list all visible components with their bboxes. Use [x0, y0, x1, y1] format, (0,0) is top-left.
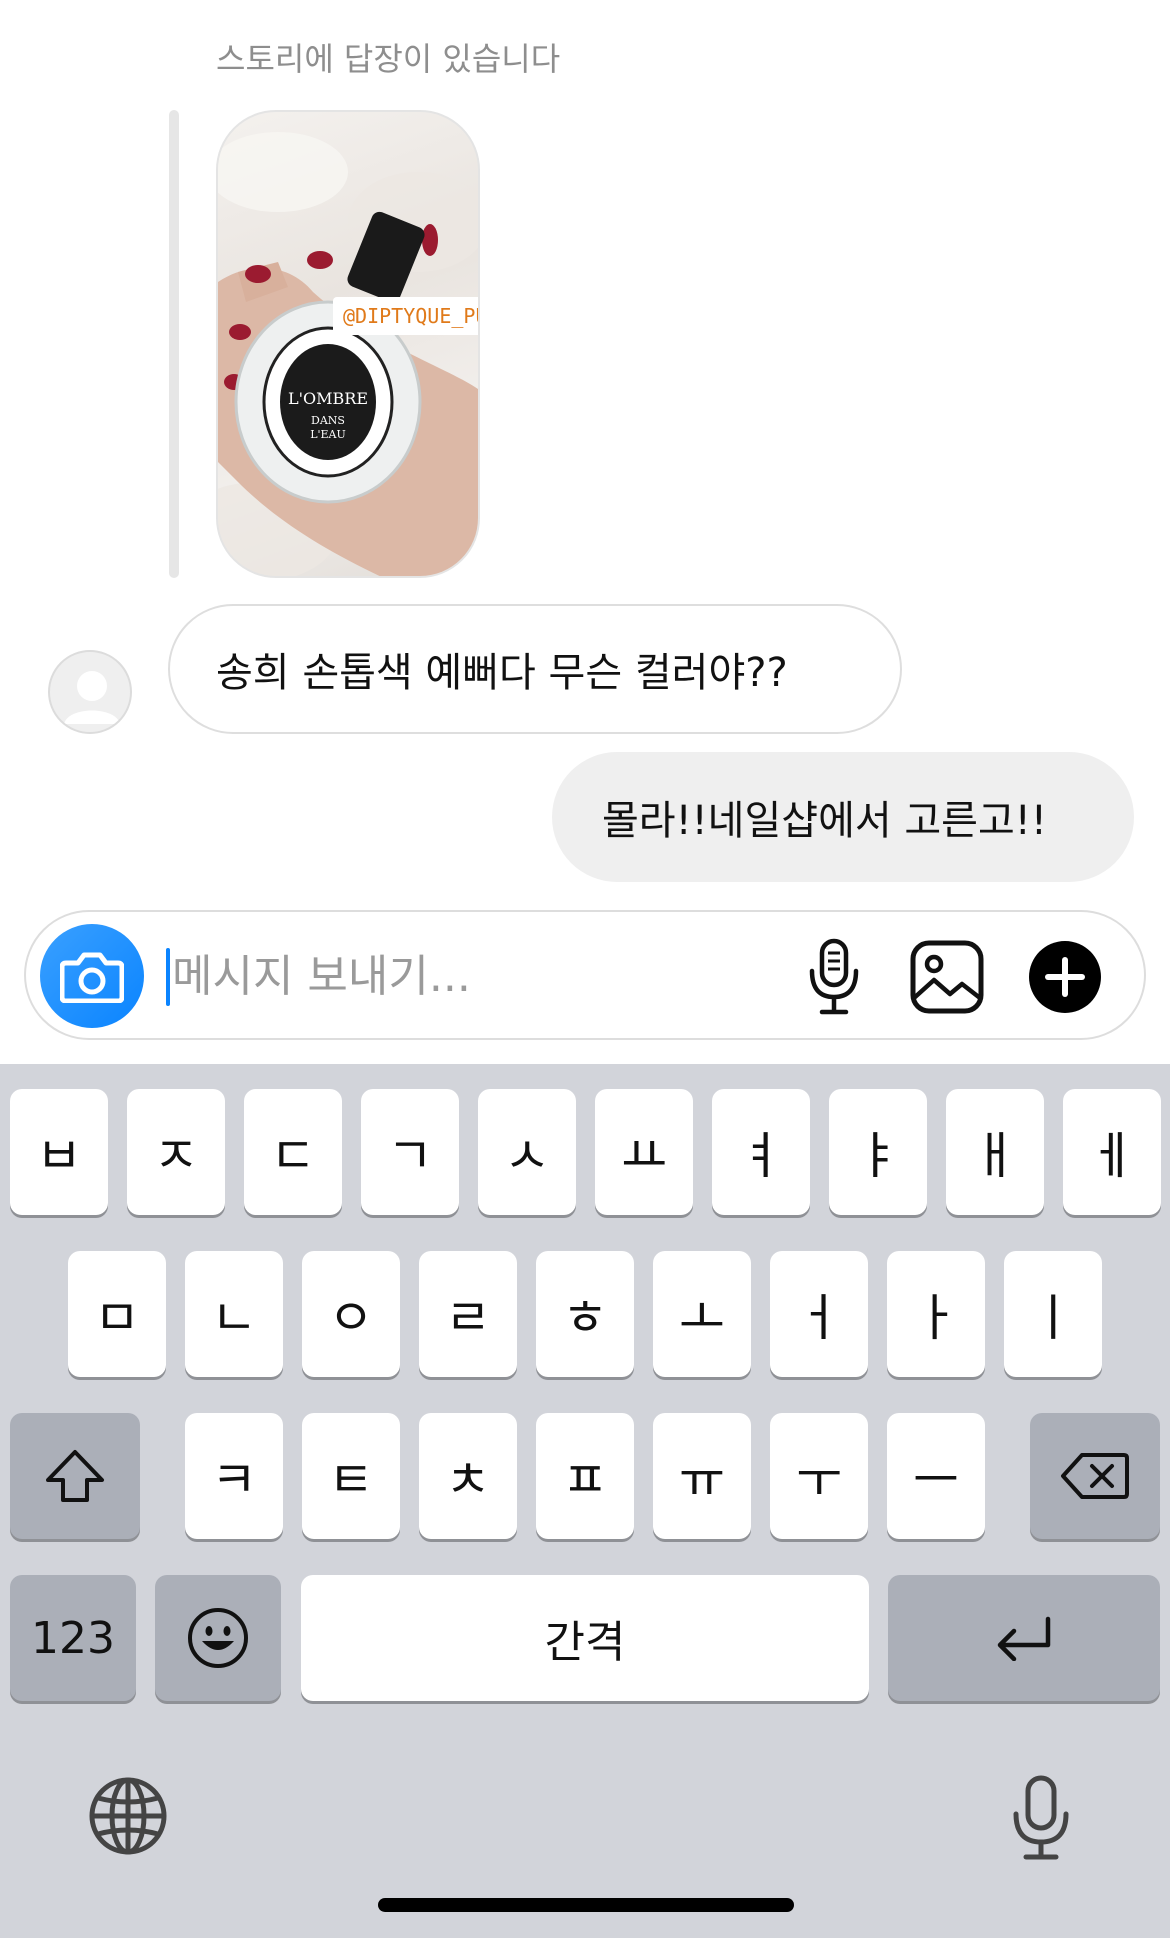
- key-row1-1[interactable]: ㅂ: [10, 1089, 108, 1215]
- key-row2-7[interactable]: ㅓ: [770, 1251, 868, 1377]
- svg-text:L'OMBRE: L'OMBRE: [288, 389, 368, 408]
- key-row2-2[interactable]: ㄴ: [185, 1251, 283, 1377]
- globe-icon: [89, 1777, 167, 1855]
- emoji-face-icon: [188, 1608, 248, 1668]
- key-row3-6[interactable]: ㅜ: [770, 1413, 868, 1539]
- key-row1-3[interactable]: ㄷ: [244, 1089, 342, 1215]
- key-row2-9[interactable]: ㅣ: [1004, 1251, 1102, 1377]
- key-row1-10[interactable]: ㅔ: [1063, 1089, 1161, 1215]
- sender-avatar[interactable]: [48, 650, 132, 734]
- return-arrow-icon: [997, 1616, 1051, 1661]
- more-options-button[interactable]: [1024, 936, 1106, 1018]
- key-row1-4[interactable]: ㄱ: [361, 1089, 459, 1215]
- story-thumbnail[interactable]: L'OMBRE DANS L'EAU @DIPTYQUE_PUF: [216, 110, 480, 578]
- key-row3-1[interactable]: ㅋ: [185, 1413, 283, 1539]
- shift-key[interactable]: [10, 1413, 140, 1539]
- voice-message-button[interactable]: [796, 934, 872, 1020]
- gallery-button[interactable]: [906, 936, 988, 1018]
- key-row3-3[interactable]: ㅊ: [419, 1413, 517, 1539]
- camera-button[interactable]: [40, 924, 144, 1028]
- key-row3-2[interactable]: ㅌ: [302, 1413, 400, 1539]
- globe-key[interactable]: [86, 1774, 170, 1858]
- space-key[interactable]: 간격: [301, 1575, 869, 1701]
- dictation-mic-icon: [1013, 1775, 1069, 1860]
- reply-quote-line: [169, 110, 179, 578]
- key-row2-8[interactable]: ㅏ: [887, 1251, 985, 1377]
- text-caret: [166, 948, 170, 1006]
- camera-icon: [60, 952, 124, 1003]
- microphone-icon: [809, 938, 859, 1015]
- home-indicator: [378, 1898, 794, 1912]
- message-composer: [24, 910, 1146, 1040]
- key-row1-7[interactable]: ㅕ: [712, 1089, 810, 1215]
- svg-text:DANS: DANS: [311, 414, 345, 427]
- key-row2-3[interactable]: ㅇ: [302, 1251, 400, 1377]
- return-key[interactable]: [888, 1575, 1160, 1701]
- numbers-key[interactable]: 123: [10, 1575, 136, 1701]
- key-row3-5[interactable]: ㅠ: [653, 1413, 751, 1539]
- shift-arrow-icon: [46, 1450, 104, 1502]
- key-row2-6[interactable]: ㅗ: [653, 1251, 751, 1377]
- key-row1-2[interactable]: ㅈ: [127, 1089, 225, 1215]
- plus-circle-icon: [1029, 941, 1101, 1013]
- key-row1-9[interactable]: ㅐ: [946, 1089, 1044, 1215]
- svg-text:L'EAU: L'EAU: [310, 428, 346, 441]
- key-row3-4[interactable]: ㅍ: [536, 1413, 634, 1539]
- key-row2-1[interactable]: ㅁ: [68, 1251, 166, 1377]
- dictation-key[interactable]: [1006, 1770, 1076, 1866]
- outgoing-message-bubble[interactable]: 몰라!!네일샵에서 고른고!!: [552, 752, 1134, 882]
- message-input[interactable]: [172, 940, 752, 1012]
- key-row3-7[interactable]: ㅡ: [887, 1413, 985, 1539]
- story-mention-tag: @DIPTYQUE_PUF: [333, 297, 478, 335]
- key-row1-6[interactable]: ㅛ: [595, 1089, 693, 1215]
- story-reply-caption: 스토리에 답장이 있습니다: [216, 40, 561, 78]
- key-row2-4[interactable]: ㄹ: [419, 1251, 517, 1377]
- incoming-message-bubble[interactable]: 송희 손톱색 예뻐다 무슨 컬러야??: [168, 604, 902, 734]
- emoji-key[interactable]: [155, 1575, 281, 1701]
- image-gallery-icon: [910, 940, 984, 1014]
- key-row1-8[interactable]: ㅑ: [829, 1089, 927, 1215]
- key-row1-5[interactable]: ㅅ: [478, 1089, 576, 1215]
- backspace-icon: [1061, 1453, 1129, 1499]
- key-row2-5[interactable]: ㅎ: [536, 1251, 634, 1377]
- backspace-key[interactable]: [1030, 1413, 1160, 1539]
